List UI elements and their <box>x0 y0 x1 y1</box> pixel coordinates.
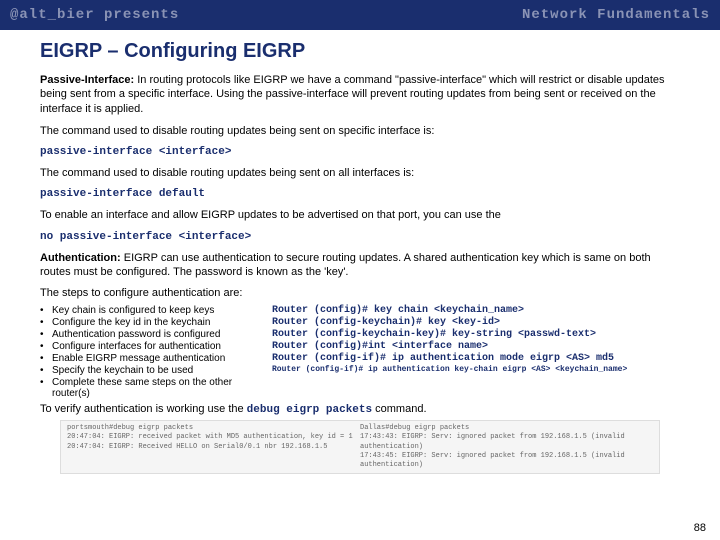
slide-content: EIGRP – Configuring EIGRP Passive-Interf… <box>0 30 720 474</box>
cmd1-intro: The command used to disable routing upda… <box>40 124 680 138</box>
passive-paragraph: Passive-Interface: In routing protocols … <box>40 73 680 116</box>
cmd2: passive-interface default <box>40 188 680 200</box>
cmd3: no passive-interface <interface> <box>40 231 680 243</box>
passive-lead: Passive-Interface: <box>40 74 134 86</box>
steps-intro: The steps to configure authentication ar… <box>40 287 680 299</box>
verify-cmd: debug eigrp packets <box>247 404 372 416</box>
step-item: •Specify the keychain to be usedRouter (… <box>40 365 680 376</box>
auth-lead: Authentication: <box>40 252 121 264</box>
header-right: Network Fundamentals <box>522 7 710 23</box>
step-item: •Authentication password is configuredRo… <box>40 329 680 340</box>
page-number: 88 <box>694 522 706 534</box>
verify-line: To verify authentication is working use … <box>40 403 680 416</box>
terminal-left: portsmouth#debug eigrp packets 20:47:04:… <box>67 424 360 469</box>
verify-post: command. <box>372 403 426 415</box>
step-item: •Complete these same steps on the other … <box>40 377 680 399</box>
step-item: •Configure interfaces for authentication… <box>40 341 680 352</box>
slide-title: EIGRP – Configuring EIGRP <box>40 40 680 63</box>
auth-text: EIGRP can use authentication to secure r… <box>40 252 651 278</box>
terminal-right: Dallas#debug eigrp packets 17:43:43: EIG… <box>360 424 653 469</box>
cmd3-intro: To enable an interface and allow EIGRP u… <box>40 208 680 222</box>
step-item: •Configure the key id in the keychainRou… <box>40 317 680 328</box>
passive-text: In routing protocols like EIGRP we have … <box>40 74 665 115</box>
verify-pre: To verify authentication is working use … <box>40 403 247 415</box>
step-item: •Enable EIGRP message authenticationRout… <box>40 353 680 364</box>
header-left: @alt_bier presents <box>10 7 179 23</box>
auth-paragraph: Authentication: EIGRP can use authentica… <box>40 251 680 280</box>
terminal-output: portsmouth#debug eigrp packets 20:47:04:… <box>60 420 660 473</box>
cmd2-intro: The command used to disable routing upda… <box>40 166 680 180</box>
cmd1: passive-interface <interface> <box>40 146 680 158</box>
step-item: •Key chain is configured to keep keysRou… <box>40 305 680 316</box>
step-list: •Key chain is configured to keep keysRou… <box>40 305 680 399</box>
slide-header: @alt_bier presents Network Fundamentals <box>0 0 720 30</box>
